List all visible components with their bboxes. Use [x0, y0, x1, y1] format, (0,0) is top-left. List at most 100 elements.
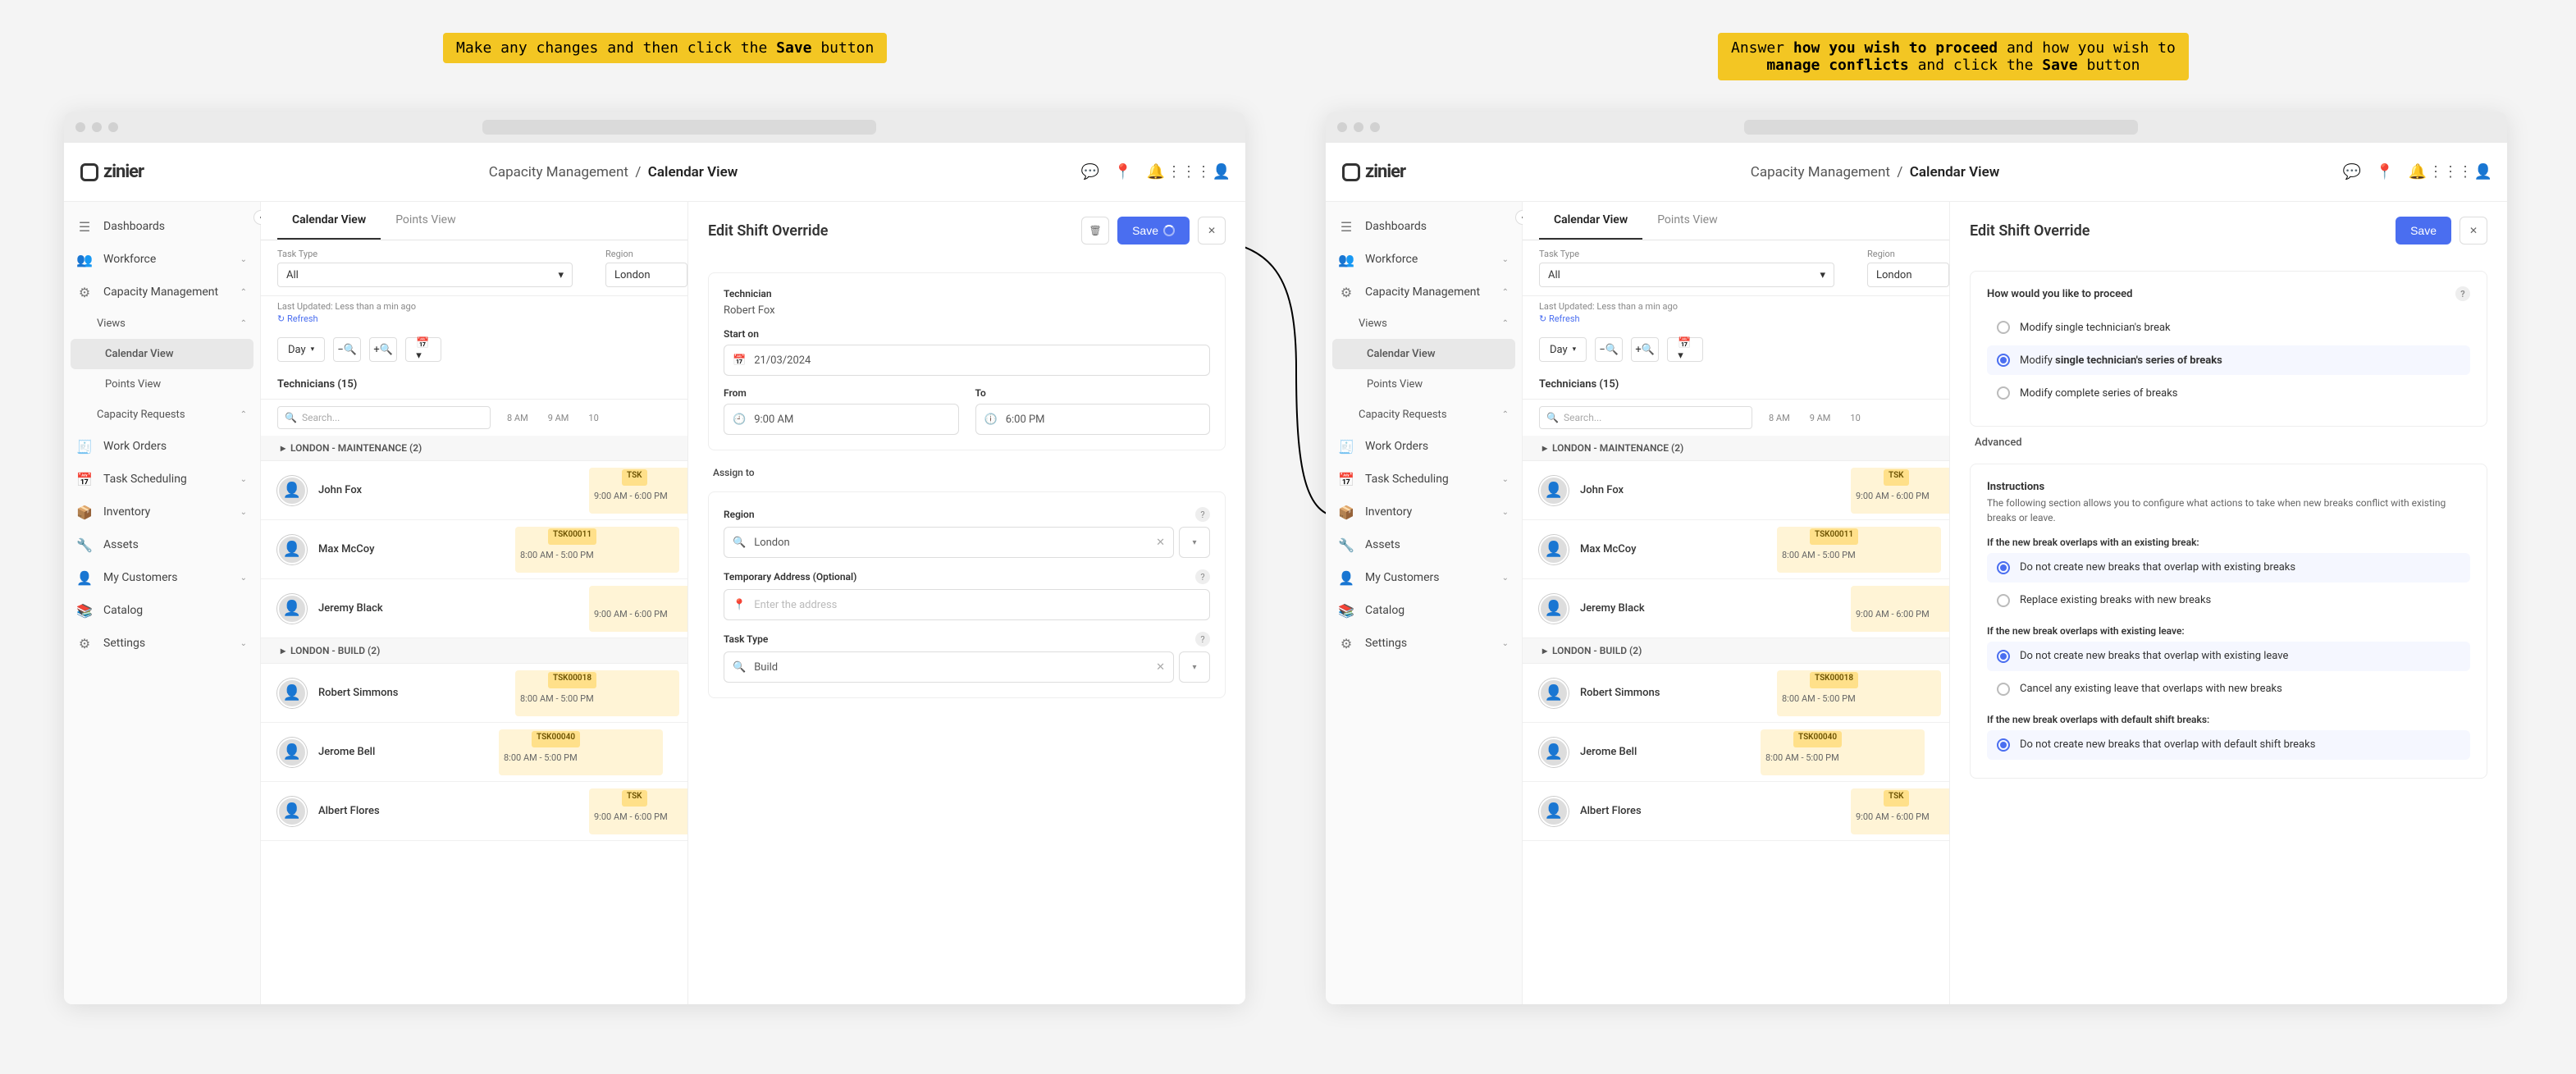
sidebar-item[interactable]: 📚Catalog [64, 594, 260, 627]
radio-option[interactable]: Modify single technician's break [1987, 313, 2470, 342]
proceed-question: How would you like to proceed [1987, 288, 2133, 300]
sidebar-item[interactable]: 👤My Customers⌄ [64, 561, 260, 594]
task-chip[interactable]: TSK [1884, 790, 1909, 807]
save-button[interactable]: Save [1117, 217, 1190, 245]
sidebar-item[interactable]: 🧾Work Orders [1326, 430, 1522, 463]
task-chip[interactable]: TSK00011 [1810, 528, 1858, 545]
radio-option[interactable]: Replace existing breaks with new breaks [1987, 586, 2470, 615]
dropdown-icon[interactable]: ▾ [1179, 651, 1210, 683]
search-input[interactable]: 🔍 Search... [1539, 406, 1752, 429]
sidebar-item[interactable]: 📚Catalog [1326, 594, 1522, 627]
sidebar-item[interactable]: ⚙Capacity Management⌃ [1326, 276, 1522, 308]
date-picker-icon[interactable]: 📅 ▾ [1667, 337, 1703, 362]
radio-option[interactable]: Do not create new breaks that overlap wi… [1987, 553, 2470, 583]
sidebar-item[interactable]: Capacity Requests⌃ [1326, 400, 1522, 430]
task-chip[interactable]: TSK00018 [548, 672, 596, 688]
task-chip[interactable]: TSK00018 [1810, 672, 1858, 688]
region-select[interactable]: 🔍London✕ [724, 527, 1174, 558]
pin-icon[interactable]: 📍 [2377, 165, 2392, 180]
day-select[interactable]: Day ▾ [277, 337, 325, 362]
sidebar-item[interactable]: 📅Task Scheduling⌄ [64, 463, 260, 496]
logo[interactable]: zinier [1342, 162, 1405, 182]
chat-icon[interactable]: 💬 [2345, 165, 2359, 180]
sidebar-item[interactable]: 👥Workforce⌄ [1326, 243, 1522, 276]
sidebar-item[interactable]: ⚙Capacity Management⌃ [64, 276, 260, 308]
delete-icon[interactable]: 🗑 [1081, 217, 1109, 245]
task-chip[interactable]: TSK00040 [532, 731, 580, 747]
radio-option[interactable]: Modify complete series of breaks [1987, 378, 2470, 408]
task-chip[interactable]: TSK [1884, 469, 1909, 486]
task-chip[interactable]: TSK00011 [548, 528, 596, 545]
filter-region[interactable]: London [1867, 263, 1949, 287]
help-icon[interactable]: ? [1195, 569, 1210, 584]
task-chip[interactable]: TSK [622, 790, 647, 807]
clear-icon[interactable]: ✕ [1156, 661, 1165, 674]
sidebar-item[interactable]: Points View [1326, 369, 1522, 400]
user-icon[interactable]: 👤 [1214, 165, 1229, 180]
date-picker-icon[interactable]: 📅 ▾ [405, 337, 441, 362]
save-button[interactable]: Save [2396, 217, 2451, 245]
sidebar-item[interactable]: ⚙Settings⌄ [64, 627, 260, 660]
filter-tasktype[interactable]: All▾ [1539, 263, 1834, 287]
sidebar-item[interactable]: ⚙Settings⌄ [1326, 627, 1522, 660]
radio-option[interactable]: Cancel any existing leave that overlaps … [1987, 674, 2470, 704]
chat-icon[interactable]: 💬 [1083, 165, 1098, 180]
tab-points[interactable]: Points View [381, 202, 470, 240]
temp-addr-input[interactable]: 📍Enter the address [724, 589, 1210, 620]
sidebar-item[interactable]: Calendar View [1332, 339, 1515, 369]
filter-tasktype[interactable]: All▾ [277, 263, 573, 287]
technician-name: John Fox [1580, 484, 1711, 496]
radio-option[interactable]: Do not create new breaks that overlap wi… [1987, 730, 2470, 760]
sidebar-item[interactable]: 📦Inventory⌄ [64, 496, 260, 528]
panel-title: Edit Shift Override [1970, 222, 2387, 240]
tab-calendar[interactable]: Calendar View [277, 202, 381, 240]
close-icon[interactable]: ✕ [1198, 217, 1226, 245]
to-input[interactable]: 🕕6:00 PM [975, 404, 1211, 435]
pin-icon[interactable]: 📍 [1116, 165, 1130, 180]
bell-icon[interactable]: 🔔 [1149, 165, 1163, 180]
sidebar-item[interactable]: 📦Inventory⌄ [1326, 496, 1522, 528]
zoom-out-icon[interactable]: −🔍 [333, 337, 361, 362]
sidebar-item[interactable]: 👥Workforce⌄ [64, 243, 260, 276]
sidebar-item[interactable]: Calendar View [71, 339, 253, 369]
sidebar-item[interactable]: Capacity Requests⌃ [64, 400, 260, 430]
help-icon[interactable]: ? [2455, 286, 2470, 301]
zoom-in-icon[interactable]: +🔍 [1631, 337, 1659, 362]
clear-icon[interactable]: ✕ [1156, 537, 1165, 549]
sidebar-item[interactable]: ☰Dashboards [1326, 210, 1522, 243]
tab-calendar[interactable]: Calendar View [1539, 202, 1642, 240]
radio-option[interactable]: Modify single technician's series of bre… [1987, 345, 2470, 375]
sidebar-item[interactable]: 🧾Work Orders [64, 430, 260, 463]
sidebar-item[interactable]: 👤My Customers⌄ [1326, 561, 1522, 594]
filter-region[interactable]: London [605, 263, 687, 287]
advanced-label: Advanced [1970, 427, 2487, 452]
from-input[interactable]: 🕘9:00 AM [724, 404, 959, 435]
sidebar-item[interactable]: Views⌃ [64, 308, 260, 339]
bell-icon[interactable]: 🔔 [2410, 165, 2425, 180]
user-icon[interactable]: 👤 [2476, 165, 2491, 180]
dropdown-icon[interactable]: ▾ [1179, 527, 1210, 558]
tab-points[interactable]: Points View [1642, 202, 1732, 240]
sidebar-item[interactable]: 📅Task Scheduling⌄ [1326, 463, 1522, 496]
apps-icon[interactable]: ⋮⋮⋮ [1181, 165, 1196, 180]
logo[interactable]: zinier [80, 162, 144, 182]
zoom-out-icon[interactable]: −🔍 [1595, 337, 1623, 362]
sidebar-item[interactable]: Points View [64, 369, 260, 400]
search-input[interactable]: 🔍 Search... [277, 406, 491, 429]
sidebar-item[interactable]: 🔧Assets [1326, 528, 1522, 561]
help-icon[interactable]: ? [1195, 632, 1210, 647]
start-on-input[interactable]: 📅21/03/2024 [724, 345, 1210, 376]
tasktype-select[interactable]: 🔍Build✕ [724, 651, 1174, 683]
task-chip[interactable]: TSK00040 [1793, 731, 1842, 747]
close-icon[interactable]: ✕ [2460, 217, 2487, 245]
task-chip[interactable]: TSK [622, 469, 647, 486]
zoom-in-icon[interactable]: +🔍 [369, 337, 397, 362]
sidebar-item[interactable]: 🔧Assets [64, 528, 260, 561]
day-select[interactable]: Day ▾ [1539, 337, 1587, 362]
help-icon[interactable]: ? [1195, 507, 1210, 522]
sidebar-item[interactable]: Views⌃ [1326, 308, 1522, 339]
radio-option[interactable]: Do not create new breaks that overlap wi… [1987, 642, 2470, 671]
region-label: Region [724, 509, 755, 520]
apps-icon[interactable]: ⋮⋮⋮ [2443, 165, 2458, 180]
sidebar-item[interactable]: ☰Dashboards [64, 210, 260, 243]
